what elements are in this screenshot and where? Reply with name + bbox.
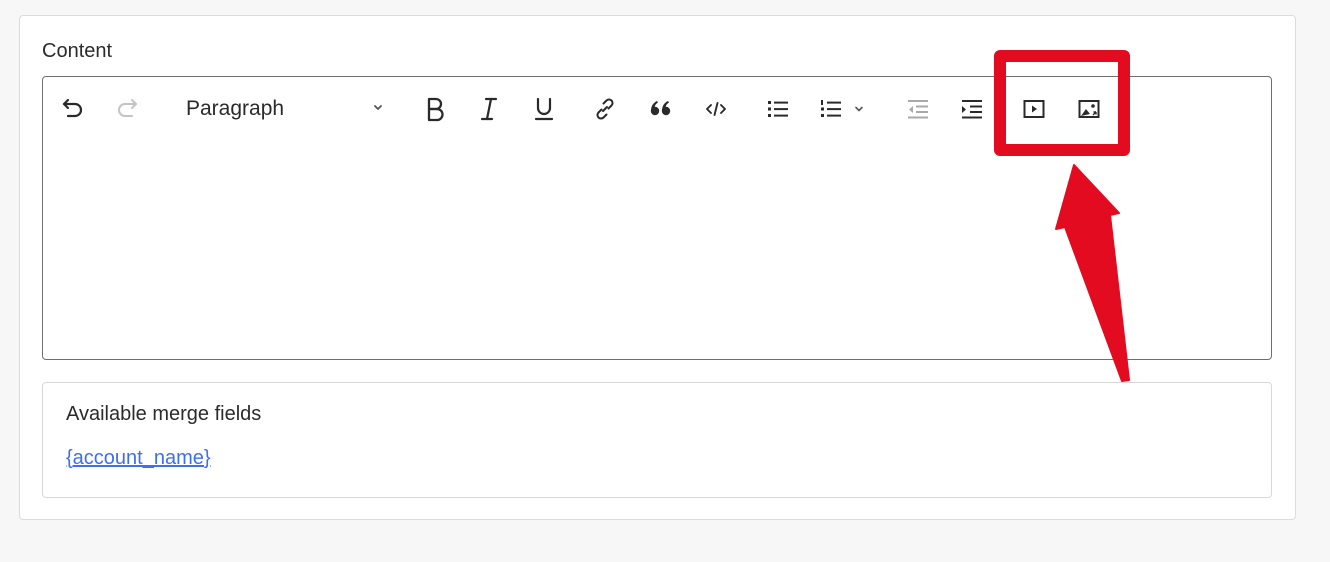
code-icon [706,102,726,116]
insert-image-button[interactable] [1073,91,1105,127]
undo-icon [62,98,83,118]
paragraph-format-value: Paragraph [186,97,285,120]
paragraph-format-select[interactable]: Paragraph [183,91,393,127]
underline-icon [534,97,554,121]
italic-button[interactable] [473,91,505,127]
numbered-list-dropdown[interactable] [851,91,867,127]
outdent-icon [908,100,928,119]
rich-text-editor: Paragraph [42,76,1272,360]
editor-toolbar: Paragraph [43,77,1271,141]
italic-icon [480,97,498,121]
media-embed-icon [1023,100,1045,118]
merge-field-account-name[interactable]: {account_name} [66,447,211,470]
bulleted-list-icon [768,101,788,117]
link-button[interactable] [589,91,621,127]
underline-button[interactable] [528,91,560,127]
editor-content-area[interactable] [44,141,1270,358]
insert-media-button[interactable] [1018,91,1050,127]
blockquote-icon [650,101,671,116]
chevron-down-icon [855,106,863,112]
chevron-down-icon [374,105,382,110]
bold-button[interactable] [419,91,451,127]
indent-button[interactable] [956,91,988,127]
link-icon [596,98,614,120]
undo-button[interactable] [57,91,89,127]
indent-icon [962,100,982,119]
content-label: Content [42,40,113,62]
bulleted-list-button[interactable] [762,91,794,127]
redo-button[interactable] [111,91,143,127]
code-button[interactable] [700,91,732,127]
bold-icon [427,97,444,122]
blockquote-button[interactable] [645,91,677,127]
image-insert-icon [1078,100,1100,118]
redo-icon [118,99,137,117]
merge-fields-title: Available merge fields [66,403,262,425]
numbered-list-button[interactable] [815,91,847,127]
merge-fields-panel: Available merge fields {account_name} [42,382,1272,498]
numbered-list-icon [821,100,841,117]
outdent-button[interactable] [902,91,934,127]
